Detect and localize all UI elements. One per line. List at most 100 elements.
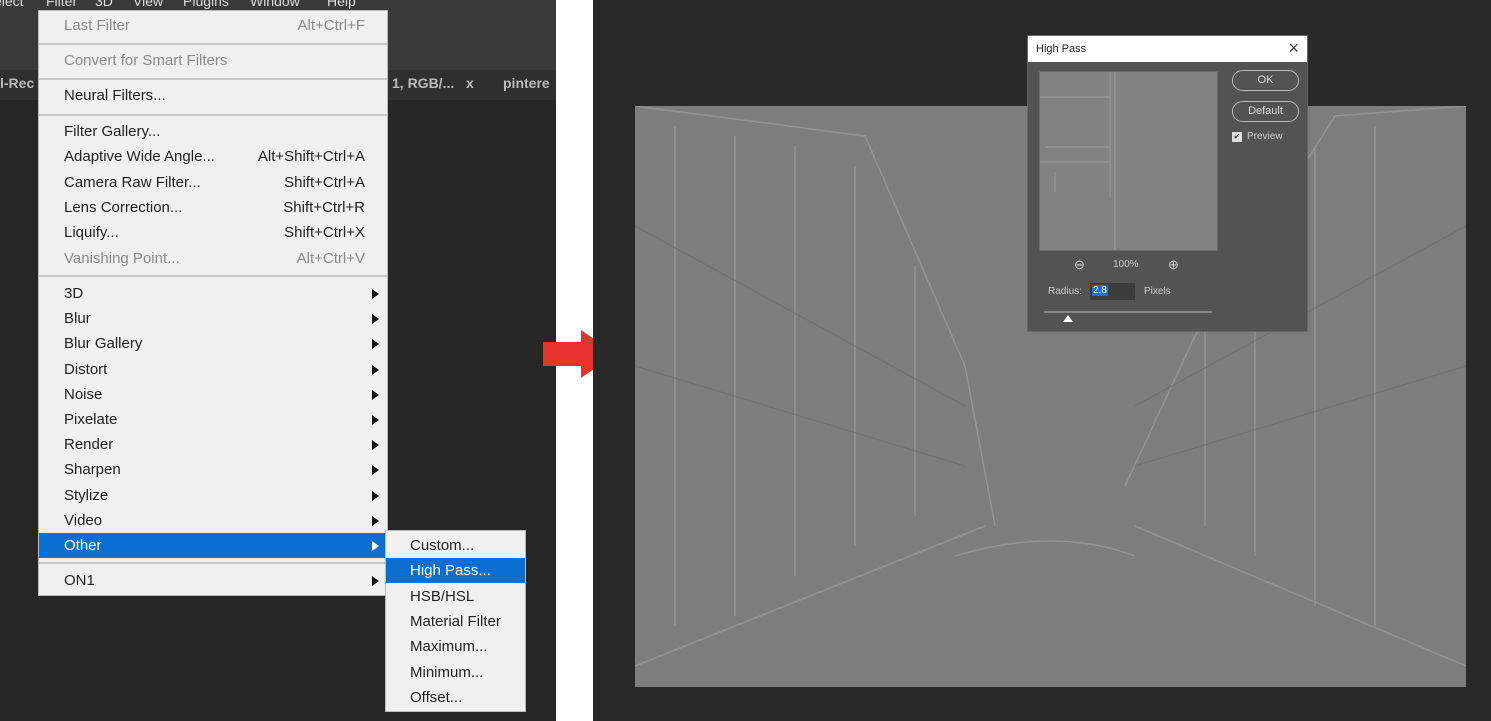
menu-item-liquify[interactable]: Liquify... Shift+Ctrl+X [39,220,387,245]
submenu-arrow-icon [372,314,379,324]
submenu-arrow-icon [372,541,379,551]
menu-item-shortcut: Shift+Ctrl+X [284,220,365,245]
submenu-arrow-icon [372,491,379,501]
high-pass-dialog: High Pass × OK Default ✔ Preview ⊖ 100% … [1027,35,1308,332]
menu-item-label: Pixelate [64,407,117,432]
submenu-arrow-icon [372,339,379,349]
radius-slider-thumb[interactable] [1063,315,1073,322]
menu-item-convert-for-smart-filters[interactable]: Convert for Smart Filters [39,48,387,73]
document-tab[interactable]: l-Rec [0,75,34,91]
menu-item-blur[interactable]: Blur [39,306,387,331]
menu-separator [39,114,387,116]
menu-item-blur-gallery[interactable]: Blur Gallery [39,331,387,356]
menu-separator [39,562,387,564]
menu-item-noise[interactable]: Noise [39,382,387,407]
submenu-arrow-icon [372,390,379,400]
submenu-arrow-icon [372,465,379,475]
preview-thumbnail[interactable] [1039,71,1218,251]
menu-item-pixelate[interactable]: Pixelate [39,407,387,432]
preview-image [1040,72,1217,250]
tab-close-button[interactable]: x [466,75,474,91]
menu-item-label: Sharpen [64,457,121,482]
menubar-item-3d[interactable]: 3D [95,0,113,9]
document-tab[interactable]: 1, RGB/... [392,75,454,91]
menubar-item-filter[interactable]: Filter [46,0,77,9]
menu-item-label: Noise [64,382,102,407]
submenu-item-hsb-hsl[interactable]: HSB/HSL [386,584,525,609]
submenu-arrow-icon [372,516,379,526]
radius-input[interactable]: 2.8 [1090,283,1135,300]
radius-value: 2.8 [1092,285,1108,296]
menu-item-label: Blur Gallery [64,331,142,356]
menu-separator [39,43,387,45]
menubar-item-plugins[interactable]: Plugins [183,0,229,9]
menu-item-label: Last Filter [64,13,130,38]
menu-bar: elect Filter 3D View Plugins Window Help [0,0,556,10]
menu-item-shortcut: Alt+Shift+Ctrl+A [258,144,365,169]
menubar-item-help[interactable]: Help [327,0,356,9]
menu-item-label: Minimum... [410,660,483,685]
menu-item-label: Convert for Smart Filters [64,48,227,73]
preview-label: Preview [1247,131,1283,142]
zoom-out-icon[interactable]: ⊖ [1074,257,1085,273]
menu-separator [39,78,387,80]
menu-item-label: Filter Gallery... [64,119,160,144]
submenu-arrow-icon [372,415,379,425]
submenu-item-maximum[interactable]: Maximum... [386,634,525,659]
menu-item-render[interactable]: Render [39,432,387,457]
menu-item-label: Material Filter [410,609,501,634]
menubar-item-elect[interactable]: elect [0,0,24,9]
menu-item-label: Offset... [410,685,462,710]
menu-item-label: Render [64,432,113,457]
ok-button[interactable]: OK [1232,70,1299,91]
menu-separator [39,275,387,277]
menu-item-shortcut: Alt+Ctrl+V [297,246,365,271]
submenu-arrow-icon [372,365,379,375]
preview-checkbox[interactable]: ✔ [1232,132,1242,142]
menu-item-label: Other [64,533,102,558]
menu-item-label: Custom... [410,533,474,558]
close-icon[interactable]: × [1288,38,1299,59]
radius-label: Radius: [1048,286,1082,297]
submenu-arrow-icon [372,289,379,299]
menu-item-adaptive-wide-angle[interactable]: Adaptive Wide Angle...Alt+Shift+Ctrl+A [39,144,387,169]
menu-item-filter-gallery[interactable]: Filter Gallery... [39,119,387,144]
menubar-item-window[interactable]: Window [250,0,300,9]
menu-item-label: Vanishing Point... [64,246,180,271]
submenu-item-high-pass[interactable]: High Pass... [386,558,525,583]
menu-item-on1[interactable]: ON1 [39,568,387,593]
filter-menu: Last FilterAlt+Ctrl+F Convert for Smart F… [38,10,388,596]
menu-item-sharpen[interactable]: Sharpen [39,457,387,482]
menu-item-last-filter[interactable]: Last FilterAlt+Ctrl+F [39,13,387,38]
submenu-arrow-icon [372,440,379,450]
menu-item-shortcut: Shift+Ctrl+R [283,195,365,220]
submenu-item-custom[interactable]: Custom... [386,533,525,558]
menu-item-neural-filters[interactable]: Neural Filters... [39,83,387,108]
document-tab[interactable]: pintere [503,75,550,91]
zoom-in-icon[interactable]: ⊕ [1168,257,1179,273]
menu-item-3d[interactable]: 3D [39,281,387,306]
menu-item-label: Maximum... [410,634,488,659]
menu-item-stylize[interactable]: Stylize [39,483,387,508]
photoshop-filter-menu-panel: elect Filter 3D View Plugins Window Help l-Rec… [0,0,556,721]
menu-item-vanishing-point[interactable]: Vanishing Point... Alt+Ctrl+V [39,246,387,271]
dialog-title: High Pass [1036,43,1086,55]
zoom-level: 100% [1113,259,1139,270]
menu-item-distort[interactable]: Distort [39,357,387,382]
submenu-item-material-filter[interactable]: Material Filter [386,609,525,634]
default-button[interactable]: Default [1232,101,1299,122]
menu-item-label: Distort [64,357,107,382]
menu-item-camera-raw-filter[interactable]: Camera Raw Filter...Shift+Ctrl+A [39,170,387,195]
menu-item-other[interactable]: Other [39,533,387,558]
menu-item-label: HSB/HSL [410,584,474,609]
menu-item-video[interactable]: Video [39,508,387,533]
dialog-title-bar: High Pass × [1028,36,1307,62]
submenu-item-offset[interactable]: Offset... [386,685,525,710]
menu-item-label: Liquify... [64,220,119,245]
menu-item-label: Neural Filters... [64,83,166,108]
menubar-item-view[interactable]: View [133,0,163,9]
radius-slider-track[interactable] [1044,311,1212,313]
menu-item-label: High Pass... [410,558,491,583]
menu-item-lens-correction[interactable]: Lens Correction...Shift+Ctrl+R [39,195,387,220]
submenu-item-minimum[interactable]: Minimum... [386,660,525,685]
